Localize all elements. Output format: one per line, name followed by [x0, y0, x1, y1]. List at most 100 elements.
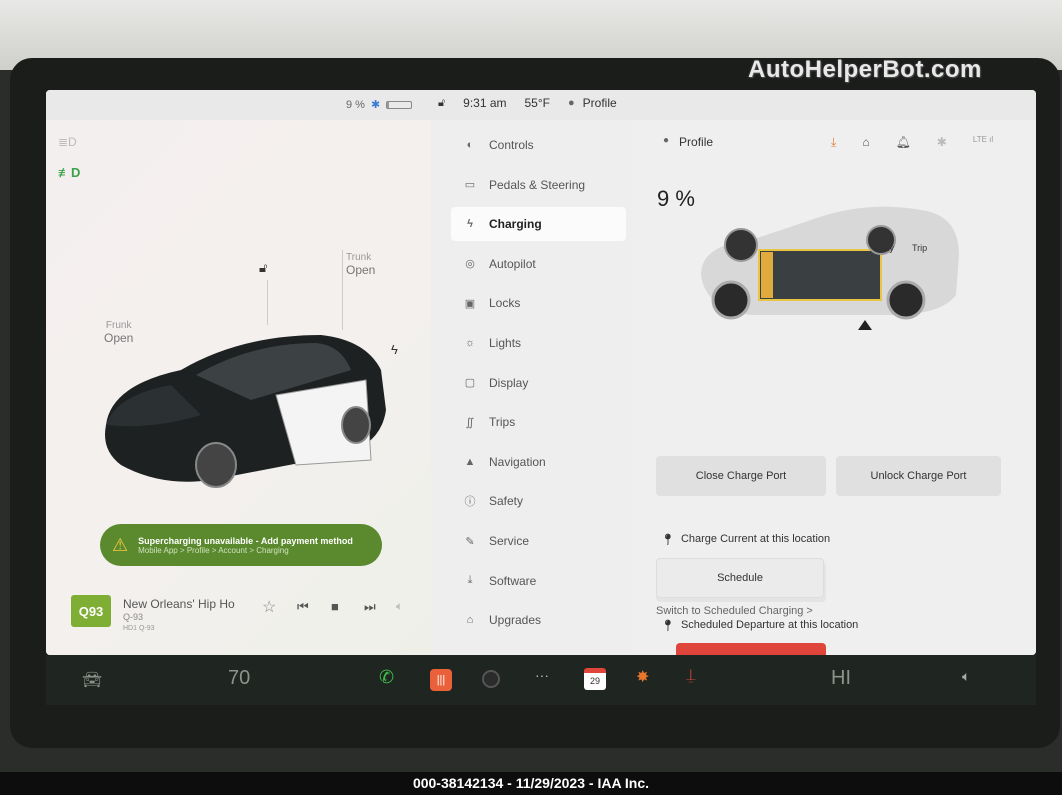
- joystick-icon[interactable]: ⍊: [686, 667, 696, 685]
- trips-icon: ∬: [465, 416, 475, 429]
- menu-item-trips[interactable]: ∬ Trips: [451, 405, 626, 439]
- menu-item-charging[interactable]: ϟ Charging: [451, 207, 626, 242]
- menu-item-label: Display: [489, 375, 529, 390]
- display-icon: ▢: [464, 377, 476, 390]
- taskbar: 🚘︎ 70 ✆ ||| ··· 29 ✸ ⍊ HI 🔈︎: [46, 655, 1036, 705]
- front-wheel: [195, 442, 237, 488]
- panel-profile[interactable]: ● Profile: [663, 135, 713, 149]
- car-overview-panel: ≣D ≢D Frunk Open Trunk Open 🔓︎ ϟ ⚠ Super…: [46, 120, 431, 655]
- car-icon[interactable]: 🚘︎: [82, 670, 102, 690]
- unlock-charge-port-button[interactable]: Unlock Charge Port: [836, 456, 1001, 496]
- menu-item-autopilot[interactable]: ◎ Autopilot: [451, 247, 626, 281]
- door-lock-icon[interactable]: 🔓︎: [259, 260, 267, 276]
- scheduled-departure-label: 📍︎ Scheduled Departure at this location: [661, 619, 859, 632]
- volume-icon[interactable]: 🔈︎: [962, 668, 970, 685]
- profile-button[interactable]: ● Profile: [568, 96, 617, 110]
- bluetooth-icon[interactable]: ✱: [937, 135, 947, 150]
- menu-item-locks[interactable]: ▣ Locks: [451, 286, 626, 320]
- switch-scheduled-charging-link[interactable]: Switch to Scheduled Charging >: [656, 605, 813, 617]
- bell-icon[interactable]: 🔔︎: [896, 135, 911, 150]
- status-right: 🔓︎ 9:31 am 55°F ● Profile: [438, 96, 617, 110]
- menu-item-pedals-steering[interactable]: ▭ Pedals & Steering: [451, 168, 626, 202]
- menu-item-label: Safety: [489, 494, 524, 509]
- wrench-icon: ✎: [465, 535, 475, 548]
- station-logo[interactable]: Q93: [71, 595, 111, 627]
- lock-icon: ▣: [464, 297, 476, 310]
- battery-status: 9 % ✱: [346, 98, 413, 111]
- download-icon[interactable]: ⤓: [831, 135, 836, 150]
- stop-icon[interactable]: ■: [331, 599, 339, 614]
- media-player: Q93 New Orleans' Hip Ho Q-93 HD1 Q-93 ☆ …: [46, 575, 431, 655]
- alert-title: Supercharging unavailable - Add payment …: [138, 535, 353, 546]
- menu-item-label: Locks: [489, 296, 521, 311]
- daily-label[interactable]: Daily: [874, 243, 894, 253]
- menu-item-label: Upgrades: [489, 613, 542, 628]
- clock: 9:31 am: [463, 96, 507, 110]
- driver-temp[interactable]: 70: [228, 667, 250, 690]
- person-icon: ●: [663, 135, 670, 146]
- settings-menu: ◐ Controls ▭ Pedals & Steering ϟ Charging ◎ Aut…: [431, 120, 631, 655]
- menu-item-label: Pedals & Steering: [489, 177, 586, 192]
- next-track-icon[interactable]: ⏭: [364, 599, 376, 615]
- menu-item-label: Software: [489, 573, 537, 588]
- track-title: New Orleans' Hip Ho: [123, 597, 235, 611]
- rear-wheel: [886, 280, 926, 320]
- trunk-state: Open: [346, 263, 376, 277]
- menu-item-label: Controls: [489, 138, 534, 152]
- charging-car-diagram: [701, 206, 959, 330]
- trunk-control[interactable]: Trunk Open: [346, 252, 375, 277]
- watermark: AutoHelperBot.com: [748, 56, 982, 83]
- camera-icon[interactable]: [482, 670, 500, 688]
- passenger-temp[interactable]: HI: [831, 667, 851, 690]
- menu-item-label: Charging: [489, 217, 542, 232]
- charge-limit-marker: [858, 320, 872, 330]
- alert-subtitle: Mobile App > Profile > Account > Chargin…: [138, 545, 289, 555]
- menu-item-display[interactable]: ▢ Display: [451, 366, 626, 400]
- bag-icon: ⌂: [466, 614, 474, 627]
- schedule-button[interactable]: Schedule: [656, 558, 824, 598]
- more-apps-icon[interactable]: ···: [535, 667, 549, 683]
- menu-item-label: Service: [489, 534, 530, 548]
- menu-item-navigation[interactable]: ▲ Navigation: [451, 445, 626, 479]
- temperature: 55°F: [524, 96, 550, 110]
- menu-item-label: Navigation: [489, 454, 546, 469]
- battery-pack: [758, 249, 882, 301]
- menu-item-safety[interactable]: ⓘ Safety: [451, 484, 626, 518]
- menu-item-lights[interactable]: ☼ Lights: [451, 326, 626, 360]
- menu-item-software[interactable]: ⤓ Software: [451, 564, 626, 598]
- volume-icon[interactable]: 🔈︎: [396, 599, 403, 614]
- menu-item-controls[interactable]: ◐ Controls: [451, 128, 626, 162]
- battery-percent: 9 %: [346, 98, 365, 111]
- sun-icon: ☼: [464, 337, 476, 349]
- battery-icon: [386, 100, 413, 109]
- trip-label[interactable]: Trip: [912, 243, 927, 253]
- menu-item-label: Autopilot: [489, 256, 536, 271]
- red-action-button[interactable]: [676, 643, 826, 655]
- favorite-star-icon[interactable]: ☆: [262, 597, 276, 617]
- supercharging-alert[interactable]: ⚠ Supercharging unavailable - Add paymen…: [100, 524, 382, 566]
- trunk-label: Trunk: [346, 252, 372, 263]
- headlight-icon[interactable]: ≣D: [58, 135, 77, 149]
- car-icon: ▭: [464, 179, 476, 192]
- menu-item-service[interactable]: ✎ Service: [451, 524, 626, 558]
- calendar-icon[interactable]: 29: [584, 668, 606, 690]
- home-icon[interactable]: ⌂: [862, 135, 869, 150]
- fog-light-icon[interactable]: ≢D: [58, 165, 80, 180]
- image-caption: 000-38142134 - 11/29/2023 - IAA Inc.: [0, 772, 1062, 795]
- toybox-icon[interactable]: ✸: [636, 667, 649, 687]
- menu-item-upgrades[interactable]: ⌂ Upgrades: [451, 603, 626, 637]
- phone-icon[interactable]: ✆: [379, 667, 394, 688]
- person-icon: ●: [567, 97, 575, 109]
- header-icons: ⤓ ⌂ 🔔︎ ✱ LTE ıl: [831, 135, 993, 150]
- lock-status-icon[interactable]: 🔓︎: [438, 97, 445, 110]
- audio-icon[interactable]: |||: [430, 669, 452, 691]
- location-pin-icon: 📍︎: [661, 534, 675, 546]
- menu-item-label: Lights: [489, 336, 522, 350]
- station-name: Q-93: [123, 612, 144, 622]
- previous-track-icon[interactable]: ⏮: [297, 599, 309, 615]
- steering-wheel-icon: ◎: [465, 258, 475, 271]
- location-pin-icon: 📍︎: [661, 620, 675, 632]
- profile-label: Profile: [582, 96, 617, 110]
- close-charge-port-button[interactable]: Close Charge Port: [656, 456, 826, 496]
- status-bar: 9 % ✱ 🔓︎ 9:31 am 55°F ● Profile: [46, 90, 1036, 120]
